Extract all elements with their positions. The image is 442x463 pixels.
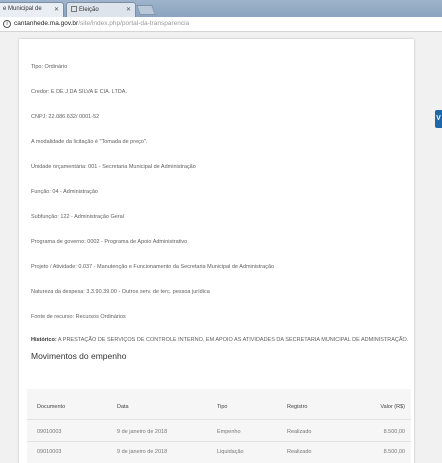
info-icon[interactable]: i (3, 20, 11, 28)
cell-documento: 09010003 (37, 449, 62, 455)
table-divider (27, 419, 411, 420)
column-header-data: Data (117, 404, 129, 410)
tab-label: Eleição (79, 7, 99, 13)
cell-registro: Realizado (287, 429, 312, 435)
field-historico: Histórico: A PRESTAÇÃO DE SERVIÇOS DE CO… (31, 337, 408, 343)
column-header-registro: Registro (287, 404, 308, 410)
table-divider (27, 441, 411, 442)
browser-tab-strip: e Municipal de ✕ Eleição ✕ (0, 0, 442, 17)
historico-text: A PRESTAÇÃO DE SERVIÇOS DE CONTROLE INTE… (56, 337, 409, 343)
address-bar[interactable]: i cantanhede.ma.gov.br/site/index.php/po… (0, 17, 442, 32)
field-credor: Credor: E DE J DA SILVA E CIA. LTDA. (31, 89, 127, 95)
cell-valor: 8.500,00 (383, 429, 405, 435)
close-tab-icon[interactable]: ✕ (126, 6, 131, 13)
cell-tipo: Empenho (217, 429, 241, 435)
page-background: Tipo: Ordinário Credor: E DE J DA SILVA … (0, 32, 442, 463)
close-tab-icon[interactable]: ✕ (54, 6, 59, 13)
browser-tab-2[interactable]: Eleição ✕ (66, 2, 136, 17)
column-header-documento: Documento (37, 404, 66, 410)
empenho-detail-card: Tipo: Ordinário Credor: E DE J DA SILVA … (19, 39, 414, 463)
movimentos-title: Movimentos do empenho (31, 351, 127, 361)
field-unidade-orcamentaria: Unidade orçamentária: 001 - Secretaria M… (31, 164, 196, 170)
url-text[interactable]: cantanhede.ma.gov.br/site/index.php/port… (14, 20, 189, 27)
cell-registro: Realizado (287, 449, 312, 455)
cell-valor: 8.500,00 (383, 449, 405, 455)
field-projeto-atividade: Projeto / Atividade: 0.037 - Manutenção … (31, 264, 275, 270)
column-header-tipo: Tipo (217, 404, 228, 410)
field-funcao: Função: 04 - Administração (31, 189, 98, 195)
cell-documento: 09010003 (37, 429, 62, 435)
field-modalidade: A modalidade da licitação é "Tomada de p… (31, 139, 148, 145)
field-cnpj: CNPJ: 22.086.632/ 0001-52 (31, 114, 100, 120)
browser-tab-1[interactable]: e Municipal de ✕ (0, 2, 64, 17)
field-tipo: Tipo: Ordinário (31, 64, 68, 70)
field-fonte-recurso: Fonte de recurso: Recursos Ordinários (31, 314, 126, 320)
cell-tipo: Liquidação (217, 449, 244, 455)
field-natureza-despesa: Natureza da despesa: 3.3.90.39.00 - Outr… (31, 289, 210, 295)
new-tab-button[interactable] (136, 5, 156, 15)
tab-label: e Municipal de (3, 6, 42, 12)
field-subfuncao: Subfunção: 122 - Administração Geral (31, 214, 124, 220)
historico-label: Histórico: (31, 337, 57, 343)
cell-data: 9 de janeiro de 2018 (117, 449, 168, 455)
page-icon (71, 6, 77, 12)
movimentos-table: Documento Data Tipo Registro Valor (R$) … (27, 389, 411, 463)
cell-data: 9 de janeiro de 2018 (117, 429, 168, 435)
column-header-valor: Valor (R$) (380, 404, 405, 410)
field-programa-governo: Programa de governo: 0002 - Programa de … (31, 239, 188, 245)
side-widget-button[interactable]: V (435, 110, 442, 128)
